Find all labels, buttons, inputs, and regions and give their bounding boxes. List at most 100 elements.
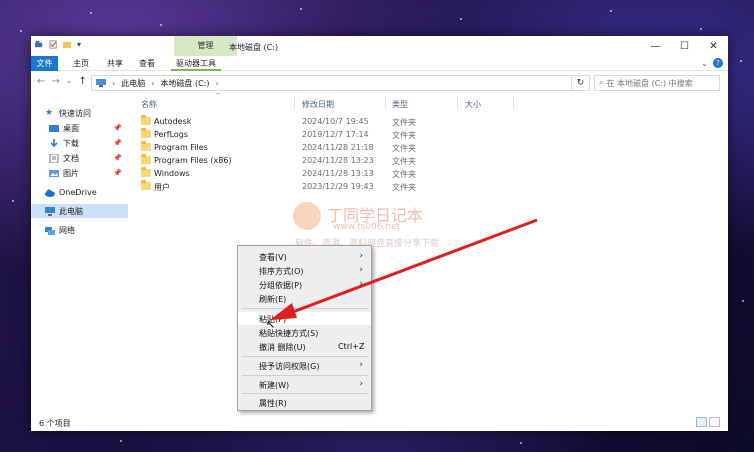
folder-icon bbox=[141, 115, 151, 125]
file-row[interactable]: Windows 2024/11/28 13:13 文件夹 bbox=[129, 167, 728, 180]
expand-ribbon-icon[interactable]: ⌄ bbox=[701, 59, 708, 68]
sidebar-item-label: 此电脑 bbox=[59, 206, 83, 216]
column-header-type[interactable]: 类型 bbox=[392, 99, 408, 110]
maximize-button[interactable]: ☐ bbox=[670, 36, 699, 56]
menu-separator bbox=[242, 375, 368, 376]
menu-item-view[interactable]: 查看(V) › bbox=[238, 250, 371, 263]
status-bar: 6 个项目 bbox=[31, 414, 728, 431]
folder-icon bbox=[141, 128, 151, 138]
file-date: 2024/10/7 19:45 bbox=[302, 117, 369, 126]
tab-drive-tools[interactable]: 驱动器工具 bbox=[171, 56, 221, 71]
sidebar-item-documents[interactable]: 文档 📌 bbox=[31, 151, 128, 165]
sidebar-item-network[interactable]: 网络 bbox=[31, 223, 128, 237]
file-row[interactable]: Autodesk 2024/10/7 19:45 文件夹 bbox=[129, 115, 728, 128]
sidebar-item-desktop[interactable]: 桌面 📌 bbox=[31, 121, 128, 135]
pin-icon: 📌 bbox=[113, 124, 122, 132]
ribbon-tabs: 文件 主页 共享 查看 驱动器工具 ⌄ ? bbox=[31, 56, 728, 71]
menu-item-give-access[interactable]: 授予访问权限(G) › bbox=[238, 359, 371, 372]
breadcrumb-this-pc[interactable]: 此电脑 bbox=[121, 78, 145, 89]
window-title: 本地磁盘 (C:) bbox=[229, 43, 279, 52]
quick-access-icon[interactable] bbox=[35, 40, 44, 49]
breadcrumb-separator-icon: › bbox=[151, 78, 155, 88]
submenu-arrow-icon: › bbox=[359, 360, 363, 370]
back-arrow-icon[interactable]: ← bbox=[37, 76, 45, 87]
file-type: 文件夹 bbox=[392, 170, 416, 179]
window-controls: — ☐ ✕ bbox=[641, 36, 728, 56]
file-type: 文件夹 bbox=[392, 144, 416, 153]
title-bar: ▾ 管理 本地磁盘 (C:) — ☐ ✕ bbox=[31, 36, 728, 56]
menu-item-undo-delete[interactable]: 撤消 删除(U) Ctrl+Z bbox=[238, 340, 371, 353]
file-name: 用户 bbox=[154, 183, 170, 192]
sidebar-item-label: 快速访问 bbox=[59, 108, 91, 118]
column-divider[interactable] bbox=[513, 97, 514, 110]
file-row[interactable]: Program Files 2024/11/28 21:18 文件夹 bbox=[129, 141, 728, 154]
menu-item-label: 查看(V) bbox=[259, 253, 287, 262]
column-divider[interactable] bbox=[457, 97, 458, 110]
minimize-button[interactable]: — bbox=[641, 36, 670, 56]
pin-icon: 📌 bbox=[113, 169, 122, 177]
nav-buttons: ← → ⌄ ↑ bbox=[37, 76, 87, 87]
customize-qa-icon[interactable]: ▾ bbox=[77, 40, 81, 49]
menu-item-label: 刷新(E) bbox=[259, 295, 287, 304]
column-divider[interactable] bbox=[385, 97, 386, 110]
address-bar[interactable]: › 此电脑 › 本地磁盘 (C:) › bbox=[91, 75, 572, 91]
search-icon: ⌕ bbox=[599, 78, 604, 87]
properties-icon[interactable] bbox=[49, 40, 58, 49]
menu-item-label: 分组依据(P) bbox=[259, 281, 303, 290]
submenu-arrow-icon: › bbox=[359, 265, 363, 275]
menu-item-group-by[interactable]: 分组依据(P) › bbox=[238, 278, 371, 291]
file-row[interactable]: Program Files (x86) 2024/11/28 13:23 文件夹 bbox=[129, 154, 728, 167]
close-button[interactable]: ✕ bbox=[699, 36, 728, 56]
menu-item-properties[interactable]: 属性(R) bbox=[238, 396, 371, 409]
search-input[interactable]: ⌕ 在 本地磁盘 (C:) 中搜索 bbox=[594, 75, 720, 91]
file-date: 2024/11/28 13:13 bbox=[302, 169, 374, 178]
sidebar-item-label: 桌面 bbox=[63, 123, 79, 133]
file-type: 文件夹 bbox=[392, 118, 416, 127]
download-icon bbox=[50, 138, 58, 147]
sidebar-item-quick-access[interactable]: ★ 快速访问 bbox=[31, 106, 128, 120]
folder-icon bbox=[141, 141, 151, 151]
sidebar-item-label: 下载 bbox=[63, 138, 79, 148]
column-header-date[interactable]: 修改日期 bbox=[302, 99, 334, 110]
file-row[interactable]: PerfLogs 2019/12/7 17:14 文件夹 bbox=[129, 128, 728, 141]
sidebar-item-onedrive[interactable]: OneDrive bbox=[31, 185, 128, 199]
tab-file[interactable]: 文件 bbox=[31, 56, 58, 71]
menu-item-new[interactable]: 新建(W) › bbox=[238, 378, 371, 391]
up-arrow-icon[interactable]: ↑ bbox=[78, 76, 86, 87]
recent-locations-icon[interactable]: ⌄ bbox=[66, 76, 73, 87]
breadcrumb-local-disk[interactable]: 本地磁盘 (C:) bbox=[160, 78, 209, 89]
navigation-pane: ★ 快速访问 桌面 📌 下载 📌 文档 📌 图片 📌 OneDrive 此电脑 … bbox=[31, 96, 128, 412]
column-header-size[interactable]: 大小 bbox=[465, 99, 481, 110]
details-view-icon[interactable] bbox=[696, 417, 707, 427]
tab-manage[interactable]: 管理 bbox=[174, 36, 237, 56]
context-menu: 查看(V) › 排序方式(O) › 分组依据(P) › 刷新(E) 粘贴(P) … bbox=[237, 245, 372, 411]
document-icon bbox=[49, 153, 59, 163]
network-icon bbox=[45, 226, 55, 235]
computer-icon bbox=[45, 206, 55, 216]
help-icon[interactable]: ? bbox=[713, 58, 723, 68]
forward-arrow-icon[interactable]: → bbox=[51, 76, 59, 87]
column-header-name[interactable]: 名称 bbox=[141, 99, 157, 110]
file-name: PerfLogs bbox=[154, 130, 189, 139]
large-icons-view-icon[interactable] bbox=[709, 417, 720, 427]
sidebar-item-this-pc[interactable]: 此电脑 bbox=[31, 204, 128, 218]
tab-view[interactable]: 查看 bbox=[135, 56, 159, 71]
mouse-cursor-icon: ↖ bbox=[266, 318, 276, 331]
menu-item-label: 属性(R) bbox=[259, 399, 287, 408]
new-folder-icon[interactable] bbox=[63, 40, 72, 49]
pin-icon: 📌 bbox=[113, 154, 122, 162]
refresh-button[interactable]: ↻ bbox=[572, 75, 590, 91]
file-list: ^ 名称 修改日期 类型 大小 Autodesk 2024/10/7 19:45… bbox=[129, 92, 728, 414]
menu-item-refresh[interactable]: 刷新(E) bbox=[238, 292, 371, 305]
tab-home[interactable]: 主页 bbox=[69, 56, 93, 71]
menu-item-sort-by[interactable]: 排序方式(O) › bbox=[238, 264, 371, 277]
menu-item-paste[interactable]: 粘贴(P) bbox=[238, 312, 371, 325]
watermark: 丁同学日记本 www.ts006.net 软件、资源、资料网盘直接分享下载 bbox=[293, 202, 463, 250]
tab-share[interactable]: 共享 bbox=[103, 56, 127, 71]
sidebar-item-pictures[interactable]: 图片 📌 bbox=[31, 166, 128, 180]
column-divider[interactable] bbox=[294, 97, 295, 110]
sidebar-item-downloads[interactable]: 下载 📌 bbox=[31, 136, 128, 150]
file-row[interactable]: 用户 2023/12/29 19:43 文件夹 bbox=[129, 180, 728, 193]
breadcrumb-separator-icon: › bbox=[215, 78, 219, 88]
menu-item-paste-shortcut[interactable]: 粘贴快捷方式(S) bbox=[238, 326, 371, 339]
